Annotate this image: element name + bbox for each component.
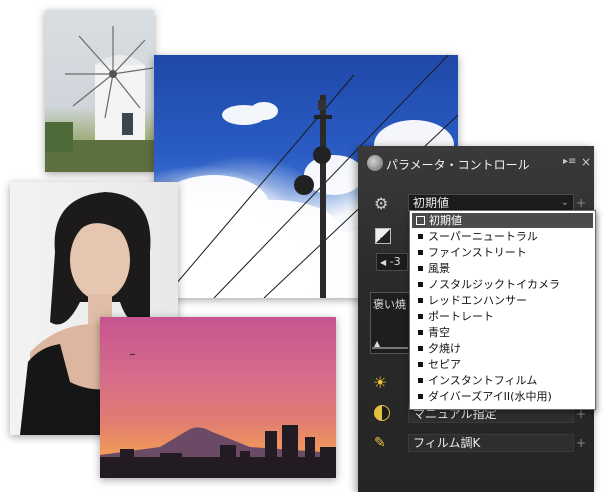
bullet-icon (418, 378, 423, 383)
camera-filter-icon (367, 155, 383, 171)
bullet-icon (418, 234, 423, 239)
dropdown-option[interactable]: インスタントフィルム (412, 373, 593, 388)
option-label: 初期値 (429, 214, 462, 227)
bullet-icon (418, 362, 423, 367)
windmill-photo (45, 10, 154, 172)
dropdown-option[interactable]: スーパーニュートラル (412, 229, 593, 244)
exposure-value: -3 (389, 255, 401, 268)
film-select-value: フィルム調K (413, 436, 481, 450)
option-label: セピア (428, 358, 461, 371)
panel-menu-icon[interactable]: ▸≡ (563, 156, 576, 167)
option-label: 夕焼け (428, 342, 461, 355)
add-preset-button[interactable]: + (576, 196, 586, 210)
dropdown-option[interactable]: 初期値 (412, 213, 593, 228)
preset-dropdown-list: 初期値 スーパーニュートラル ファインストリート 風景 ノスタルジックトイカメラ… (409, 210, 596, 410)
dropdown-option[interactable]: セピア (412, 357, 593, 372)
checkbox-icon (416, 216, 425, 225)
dropdown-option[interactable]: 風景 (412, 261, 593, 276)
memory-label: 褒い焼 (373, 298, 406, 311)
dropdown-option[interactable]: 夕焼け (412, 341, 593, 356)
dropdown-option[interactable]: レッドエンハンサー (412, 293, 593, 308)
bullet-icon (418, 394, 423, 399)
preset-select-value: 初期値 (413, 196, 450, 210)
dropdown-option[interactable]: ポートレート (412, 309, 593, 324)
option-label: インスタントフィルム (428, 374, 538, 387)
bullet-icon (418, 330, 423, 335)
bullet-icon (418, 282, 423, 287)
exposure-icon (375, 228, 391, 244)
option-label: 風景 (428, 262, 450, 275)
sunset-photo (100, 317, 336, 478)
option-label: ファインストリート (428, 246, 527, 259)
bullet-icon (418, 346, 423, 351)
dropdown-option[interactable]: ノスタルジックトイカメラ (412, 277, 593, 292)
option-label: 青空 (428, 326, 450, 339)
option-label: スーパーニュートラル (428, 230, 538, 243)
option-label: レッドエンハンサー (428, 294, 527, 307)
bullet-icon (418, 314, 423, 319)
bullet-icon (418, 266, 423, 271)
dropdown-option[interactable]: ダイバーズアイII(水中用) (412, 389, 593, 404)
bullet-icon (418, 250, 423, 255)
panel-title: パラメータ・コントロール (386, 158, 530, 172)
pencil-icon: ✎ (374, 435, 386, 451)
brightness-icon: ☀ (373, 373, 388, 392)
option-label: ポートレート (428, 310, 494, 323)
exposure-value-field[interactable]: ◀ -3 (376, 253, 408, 271)
left-arrow-icon: ◀ (380, 258, 387, 267)
close-icon[interactable]: × (581, 155, 591, 169)
slider-handle[interactable]: ▲ (374, 339, 380, 348)
gear-icon: ⚙ (374, 194, 389, 213)
bullet-icon (418, 298, 423, 303)
dropdown-option[interactable]: 青空 (412, 325, 593, 340)
dropdown-option[interactable]: ファインストリート (412, 245, 593, 260)
contrast-icon (374, 405, 390, 421)
panel-header: パラメータ・コントロール ▸≡ × (358, 146, 594, 180)
option-label: ダイバーズアイII(水中用) (428, 390, 552, 403)
add-film-button[interactable]: + (576, 436, 586, 450)
option-label: ノスタルジックトイカメラ (428, 278, 560, 291)
chevron-down-icon: ⌄ (560, 197, 569, 208)
film-select[interactable]: フィルム調K (408, 434, 574, 452)
